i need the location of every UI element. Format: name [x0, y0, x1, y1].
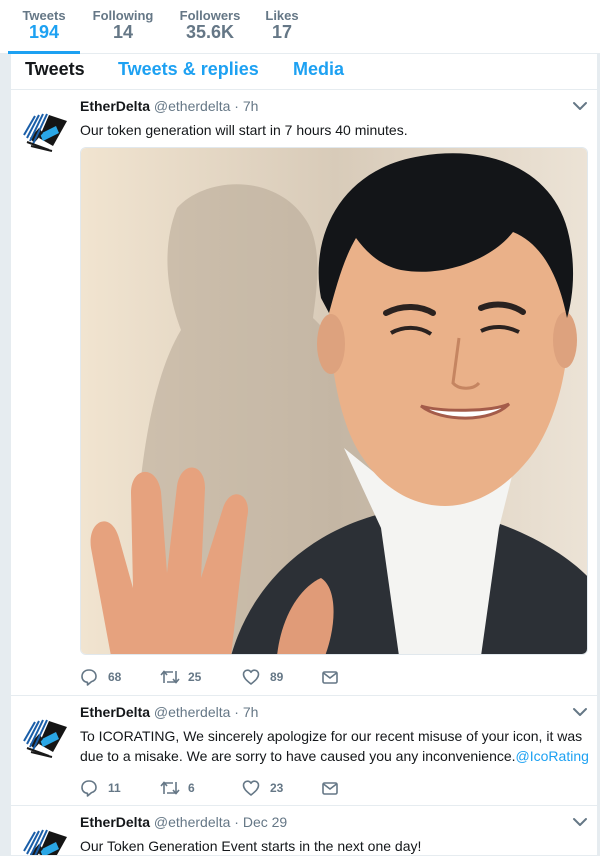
stat-likes[interactable]: Likes 17 — [258, 0, 306, 54]
reply-count: 11 — [108, 781, 121, 795]
message-icon — [321, 779, 339, 797]
tab-tweets-and-replies[interactable]: Tweets & replies — [118, 59, 259, 80]
reply-icon — [80, 779, 98, 797]
stat-value: 35.6K — [185, 22, 235, 42]
tweet-author-handle[interactable]: @etherdelta — [154, 704, 230, 720]
retweet-button[interactable]: 25 — [160, 667, 220, 687]
stat-label: Tweets — [22, 8, 66, 23]
tab-tweets[interactable]: Tweets — [25, 59, 85, 80]
ethereum-logo-icon[interactable] — [22, 104, 70, 152]
stat-value: 14 — [112, 22, 134, 42]
like-count: 23 — [270, 781, 284, 795]
tweet-header: EtherDelta @etherdelta · 7h — [80, 704, 258, 720]
tweet-photo[interactable] — [80, 147, 588, 655]
chevron-down-icon[interactable] — [572, 100, 588, 112]
profile-stats-bar: Tweets 194 Following 14 Followers 35.6K … — [0, 0, 600, 54]
retweet-button[interactable]: 6 — [160, 778, 220, 798]
stat-label: Followers — [179, 8, 241, 23]
ethereum-logo-icon[interactable] — [22, 820, 70, 856]
reply-button[interactable]: 68 — [80, 667, 140, 687]
stat-label: Following — [92, 8, 154, 23]
tweet-photo-image — [81, 148, 587, 654]
stat-tweets[interactable]: Tweets 194 — [8, 0, 80, 54]
tweet-header: EtherDelta @etherdelta · 7h — [80, 98, 258, 114]
stat-value: 17 — [271, 22, 293, 42]
tweet-author-handle[interactable]: @etherdelta — [154, 98, 230, 114]
chevron-down-icon[interactable] — [572, 706, 588, 718]
tweet-text: To ICORATING, We sincerely apologize for… — [80, 726, 590, 766]
reply-button[interactable]: 11 — [80, 778, 140, 798]
heart-icon — [242, 668, 260, 686]
direct-message-button[interactable] — [321, 778, 345, 798]
stat-value: 194 — [28, 22, 60, 42]
like-count: 89 — [270, 670, 284, 684]
tweet-author-handle[interactable]: @etherdelta — [154, 814, 230, 830]
direct-message-button[interactable] — [321, 667, 345, 687]
tweet-timestamp[interactable]: · 7h — [234, 704, 258, 720]
tweet[interactable]: EtherDelta @etherdelta · 7h Our token ge… — [11, 90, 597, 696]
timeline: Tweets Tweets & replies Media EtherDelta… — [10, 54, 598, 856]
retweet-icon — [160, 668, 180, 686]
tweet-author-name[interactable]: EtherDelta — [80, 814, 150, 830]
tweet-text: Our Token Generation Event starts in the… — [80, 838, 422, 854]
message-icon — [321, 668, 339, 686]
tweet-header: EtherDelta @etherdelta · Dec 29 — [80, 814, 287, 830]
stat-followers[interactable]: Followers 35.6K — [172, 0, 248, 54]
tweet-actions: 11 6 23 — [80, 778, 380, 798]
tweet-text: Our token generation will start in 7 hou… — [80, 122, 408, 138]
tweet-author-name[interactable]: EtherDelta — [80, 98, 150, 114]
reply-count: 68 — [108, 670, 122, 684]
tweet-author-name[interactable]: EtherDelta — [80, 704, 150, 720]
retweet-count: 25 — [188, 670, 202, 684]
retweet-icon — [160, 779, 180, 797]
ethereum-logo-icon[interactable] — [22, 710, 70, 758]
like-button[interactable]: 89 — [242, 667, 302, 687]
mention-link[interactable]: @IcoRating — [516, 748, 589, 764]
tweet[interactable]: EtherDelta @etherdelta · Dec 29 Our Toke… — [11, 806, 598, 856]
tab-media[interactable]: Media — [293, 59, 344, 80]
timeline-tabs: Tweets Tweets & replies Media — [11, 54, 597, 90]
tweet-timestamp[interactable]: · 7h — [234, 98, 258, 114]
chevron-down-icon[interactable] — [572, 816, 588, 828]
tweet-text-body: To ICORATING, We sincerely apologize for… — [80, 728, 583, 764]
retweet-count: 6 — [188, 781, 195, 795]
heart-icon — [242, 779, 260, 797]
like-button[interactable]: 23 — [242, 778, 302, 798]
reply-icon — [80, 668, 98, 686]
tweet-timestamp[interactable]: · Dec 29 — [234, 814, 287, 830]
tweet-actions: 68 25 89 — [80, 667, 380, 687]
stat-following[interactable]: Following 14 — [86, 0, 160, 54]
stat-label: Likes — [265, 8, 299, 23]
tweet[interactable]: EtherDelta @etherdelta · 7h To ICORATING… — [11, 696, 597, 806]
